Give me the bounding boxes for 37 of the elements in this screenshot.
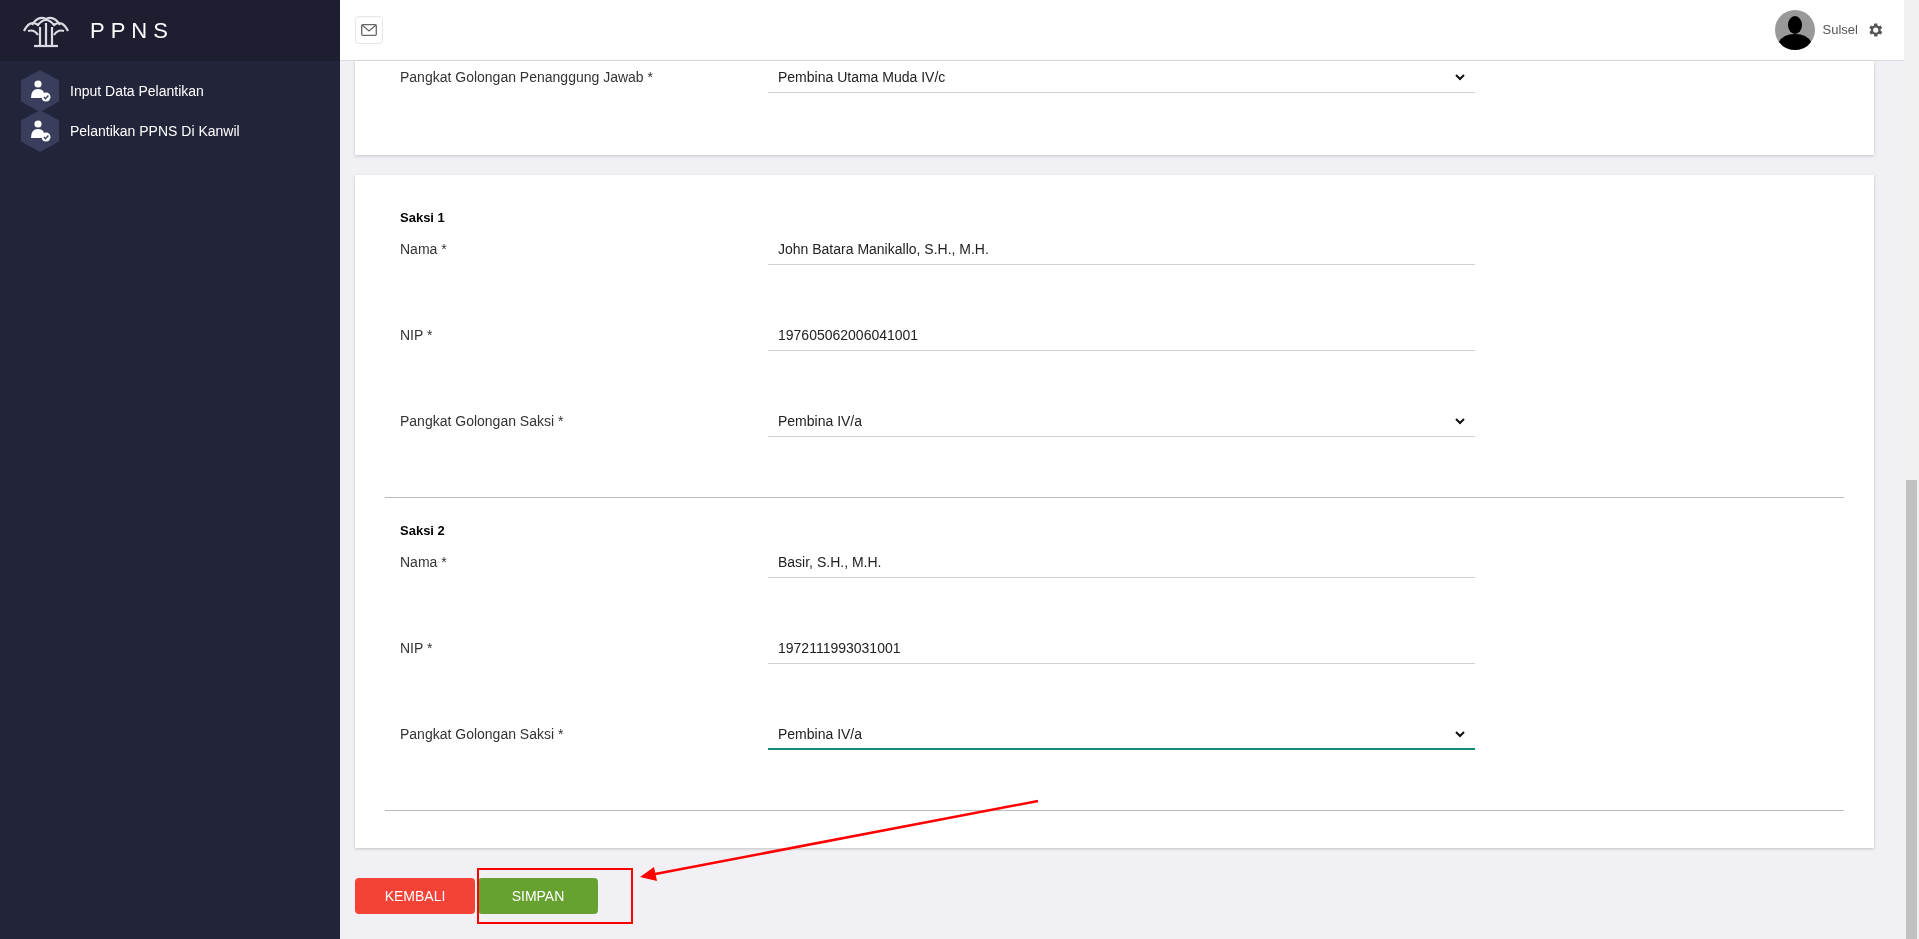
input-field[interactable]: Basir, S.H., M.H. <box>768 548 1475 578</box>
field-label: Nama * <box>399 240 448 259</box>
user-check-icon <box>20 109 60 153</box>
field-value: 1972111993031001 <box>778 639 901 658</box>
input-field[interactable]: 197605062006041001 <box>768 321 1475 351</box>
input-field[interactable]: John Batara Manikallo, S.H., M.H. <box>768 235 1475 265</box>
user-check-icon <box>20 69 60 113</box>
sidebar-item[interactable]: Input Data Pelantikan <box>20 71 280 111</box>
chevron-down-icon <box>1455 418 1465 425</box>
back-button[interactable]: KEMBALI <box>355 878 475 914</box>
select-field[interactable]: Pembina IV/a <box>768 720 1475 750</box>
sidebar-item[interactable]: Pelantikan PPNS Di Kanwil <box>20 111 280 151</box>
select-field[interactable]: Pembina IV/a <box>768 407 1475 437</box>
chevron-down-icon <box>1455 730 1465 738</box>
field-label: Nama * <box>399 553 448 572</box>
section-title: Saksi 1 <box>400 210 445 225</box>
field-label: Pangkat Golongan Saksi * <box>399 412 565 431</box>
select-field[interactable]: Pembina Utama Muda IV/c <box>768 63 1475 93</box>
field-value: 197605062006041001 <box>778 326 919 345</box>
field-label: Pangkat Golongan Saksi * <box>399 725 565 744</box>
chevron-down-icon <box>1455 74 1465 81</box>
field-label: Pangkat Golongan Penanggung Jawab * <box>399 68 654 87</box>
field-value: Pembina IV/a <box>778 412 863 431</box>
field-label: NIP * <box>399 639 434 658</box>
avatar-icon <box>1774 10 1815 50</box>
mail-icon <box>361 24 377 36</box>
field-value: Basir, S.H., M.H. <box>778 553 882 572</box>
app-title: PPNS <box>90 17 174 45</box>
user-name: Sulsel <box>1822 21 1858 40</box>
field-value: Pembina IV/a <box>778 724 863 744</box>
mail-button[interactable] <box>355 16 383 44</box>
scrollbar[interactable] <box>1904 0 1919 939</box>
input-field[interactable]: 1972111993031001 <box>768 634 1475 664</box>
section-title: Saksi 2 <box>400 523 445 538</box>
field-value: Pembina Utama Muda IV/c <box>778 68 946 87</box>
field-value: John Batara Manikallo, S.H., M.H. <box>778 240 989 259</box>
field-label: NIP * <box>399 326 434 345</box>
